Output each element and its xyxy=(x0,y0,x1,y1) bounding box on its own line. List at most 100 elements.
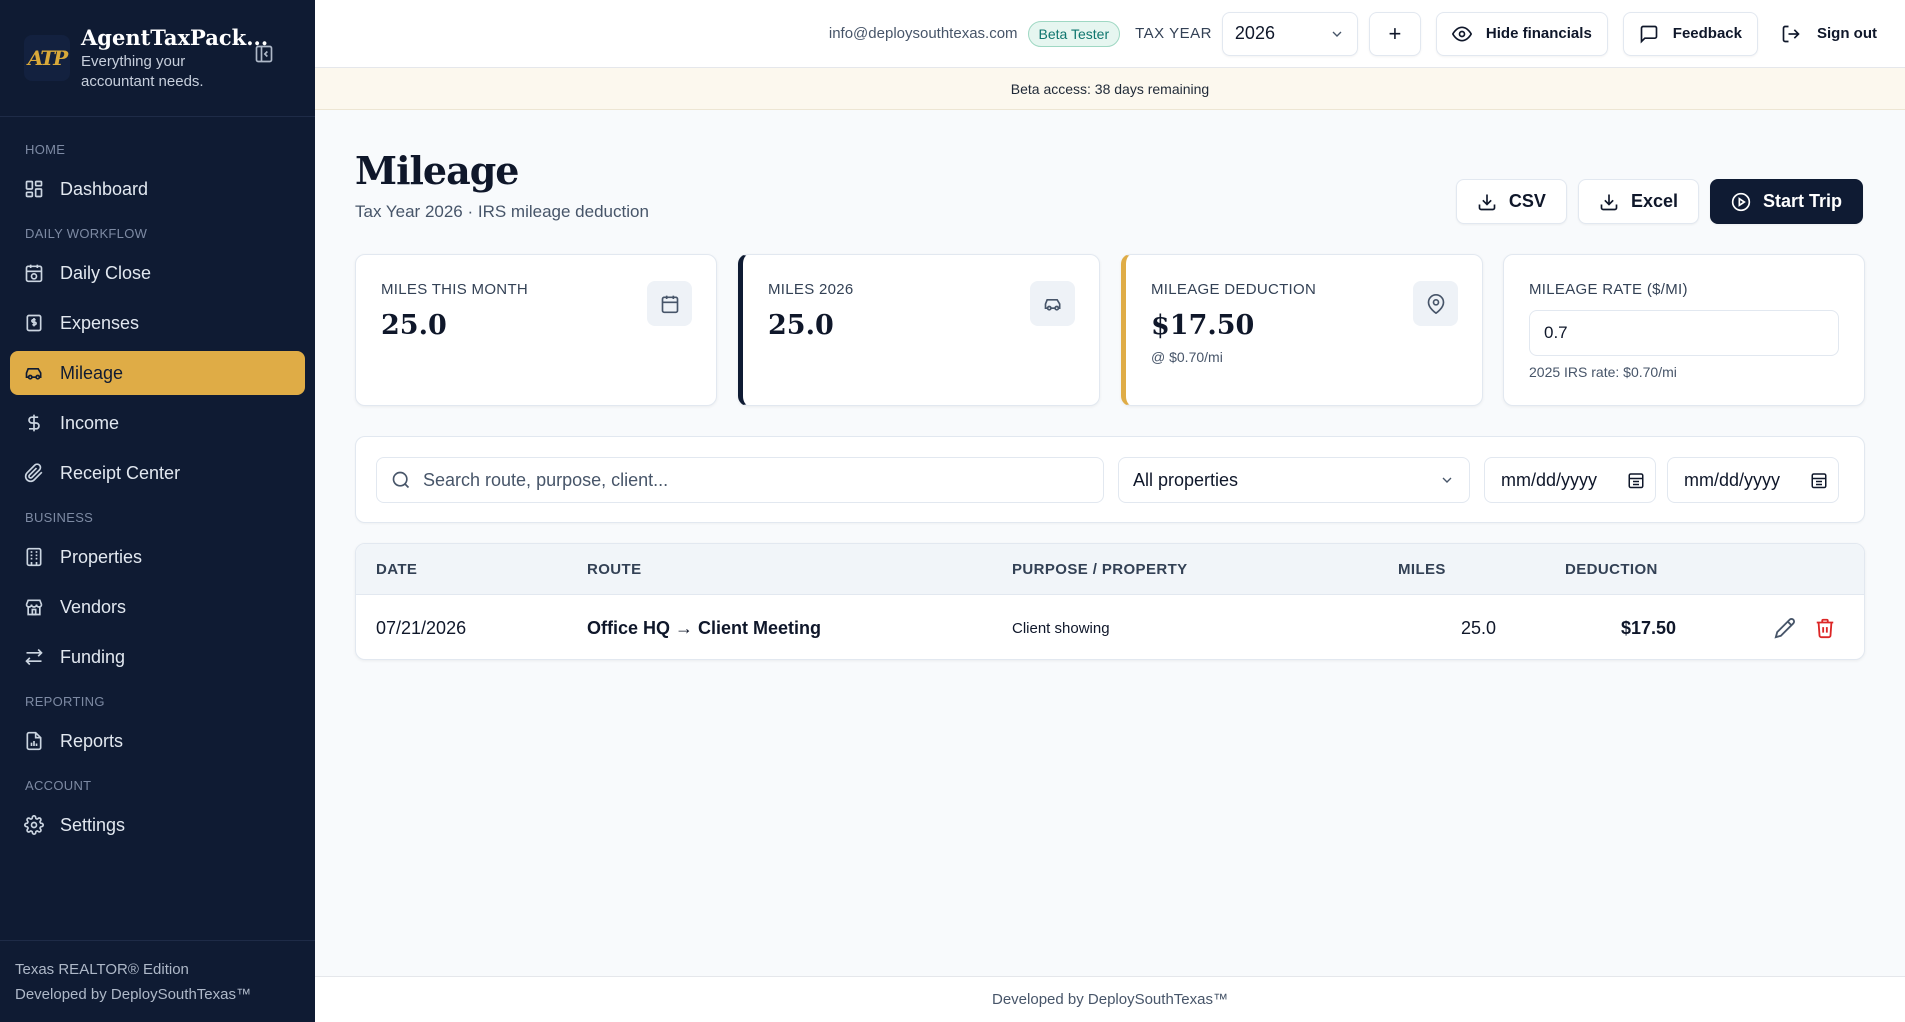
mileage-rate-input[interactable] xyxy=(1529,310,1839,356)
sidebar-item-funding[interactable]: Funding xyxy=(10,635,305,679)
column-header-miles: MILES xyxy=(1398,561,1446,578)
card-value: 25.0 xyxy=(381,310,447,341)
beta-tester-badge: Beta Tester xyxy=(1027,20,1121,47)
sidebar-item-settings[interactable]: Settings xyxy=(10,803,305,847)
filter-bar: All properties mm/dd/yyyy mm/dd/yyyy xyxy=(355,436,1865,523)
card-icon-box xyxy=(647,281,692,326)
sidebar-item-reports[interactable]: Reports xyxy=(10,719,305,763)
section-label-account: ACCOUNT xyxy=(25,778,92,793)
feedback-label: Feedback xyxy=(1672,25,1742,42)
tax-year-value: 2026 xyxy=(1234,23,1275,43)
add-tax-year-button[interactable]: + xyxy=(1368,11,1421,56)
sidebar-item-properties[interactable]: Properties xyxy=(10,535,305,579)
date-to-placeholder: mm/dd/yyyy xyxy=(1684,469,1781,490)
section-label-home: HOME xyxy=(25,142,66,157)
excel-label: Excel xyxy=(1630,191,1678,211)
card-note: @ $0.70/mi xyxy=(1151,349,1223,365)
app-title: AgentTaxPack... xyxy=(81,24,269,50)
date-to-input[interactable]: mm/dd/yyyy xyxy=(1667,457,1839,503)
gear-icon xyxy=(24,815,44,835)
page-footer: Developed by DeploySouthTexas™ xyxy=(315,976,1905,1022)
search-icon xyxy=(392,471,410,489)
developer-credit: Developed by DeploySouthTexas™ xyxy=(15,986,251,1003)
sidebar-item-receipt-center[interactable]: Receipt Center xyxy=(10,451,305,495)
column-header-purpose: PURPOSE / PROPERTY xyxy=(1012,561,1188,578)
sidebar-item-label: Expenses xyxy=(60,312,140,333)
beta-notice-banner: Beta access: 38 days remaining xyxy=(315,68,1905,110)
sidebar-footer: Texas REALTOR® Edition Developed by Depl… xyxy=(0,940,315,1022)
sign-out-button[interactable]: Sign out xyxy=(1773,24,1877,44)
sidebar-nav: HOME Dashboard DAILY WORKFLOW Daily Clos… xyxy=(0,117,315,847)
mileage-table: DATE ROUTE PURPOSE / PROPERTY MILES DEDU… xyxy=(355,543,1865,660)
car-icon xyxy=(1044,298,1060,311)
card-label: MILES THIS MONTH xyxy=(381,281,529,298)
calendar-check-icon xyxy=(25,264,43,283)
export-excel-button[interactable]: Excel xyxy=(1577,179,1699,224)
sign-out-label: Sign out xyxy=(1817,25,1877,42)
calendar-icon[interactable] xyxy=(1627,471,1645,489)
sidebar-item-vendors[interactable]: Vendors xyxy=(10,585,305,629)
trash-icon[interactable] xyxy=(1814,617,1836,639)
dollar-icon xyxy=(28,414,40,432)
search-box[interactable] xyxy=(376,457,1104,503)
start-trip-button[interactable]: Start Trip xyxy=(1709,179,1863,224)
card-label: MILEAGE DEDUCTION xyxy=(1151,281,1317,298)
hide-financials-label: Hide financials xyxy=(1485,25,1592,42)
cell-route: Office HQ → Client Meeting xyxy=(587,618,822,638)
card-icon-box xyxy=(1030,281,1075,326)
cell-date: 07/21/2026 xyxy=(376,618,467,638)
edition-text: Texas REALTOR® Edition xyxy=(15,961,189,978)
section-label-daily: DAILY WORKFLOW xyxy=(25,226,148,241)
cell-purpose: Client showing xyxy=(1012,620,1110,637)
map-pin-icon xyxy=(1427,293,1444,314)
tax-year-select[interactable]: 2026 xyxy=(1221,11,1358,56)
feedback-button[interactable]: Feedback xyxy=(1622,11,1758,56)
sidebar-item-income[interactable]: Income xyxy=(10,401,305,445)
download-icon xyxy=(1478,194,1496,210)
section-label-business: BUSINESS xyxy=(25,510,94,525)
export-csv-button[interactable]: CSV xyxy=(1455,179,1567,224)
table-header: DATE ROUTE PURPOSE / PROPERTY MILES DEDU… xyxy=(356,544,1864,595)
cell-deduction: $17.50 xyxy=(1620,618,1676,638)
sidebar-item-label: Income xyxy=(60,412,120,433)
sidebar-item-mileage[interactable]: Mileage xyxy=(10,351,305,395)
app-subtitle-line2: accountant needs. xyxy=(81,72,204,90)
paperclip-icon xyxy=(24,463,43,483)
transfer-icon xyxy=(25,648,43,666)
dashboard-icon xyxy=(25,180,43,198)
sidebar-item-label: Daily Close xyxy=(60,262,152,283)
card-miles-year: MILES 2026 25.0 xyxy=(738,254,1100,406)
tax-year-label: TAX YEAR xyxy=(1135,25,1212,42)
date-from-input[interactable]: mm/dd/yyyy xyxy=(1484,457,1656,503)
sidebar-item-label: Receipt Center xyxy=(60,462,181,483)
brand-header: ATP AgentTaxPack... Everything your acco… xyxy=(0,0,315,117)
card-value: $17.50 xyxy=(1151,310,1255,341)
hide-financials-button[interactable]: Hide financials xyxy=(1435,11,1608,56)
card-mileage-rate: MILEAGE RATE ($/MI) 2025 IRS rate: $0.70… xyxy=(1503,254,1865,406)
sidebar-item-label: Funding xyxy=(60,646,126,667)
sidebar-item-label: Mileage xyxy=(60,362,124,383)
sidebar-item-dashboard[interactable]: Dashboard xyxy=(10,167,305,211)
property-filter-select[interactable]: All properties xyxy=(1118,457,1470,503)
car-icon xyxy=(25,368,42,380)
building-icon xyxy=(26,547,42,567)
play-circle-icon xyxy=(1731,192,1751,211)
sidebar-item-daily-close[interactable]: Daily Close xyxy=(10,251,305,295)
user-email: info@deploysouthtexas.com xyxy=(828,25,1018,42)
collapse-sidebar-icon[interactable] xyxy=(254,44,274,64)
message-icon xyxy=(1640,25,1658,44)
sidebar-item-label: Properties xyxy=(60,546,143,567)
card-icon-box xyxy=(1413,281,1458,326)
csv-label: CSV xyxy=(1508,191,1546,211)
page-subtitle: Tax Year 2026 · IRS mileage deduction xyxy=(355,202,649,221)
calendar-icon[interactable] xyxy=(1810,471,1828,489)
edit-icon[interactable] xyxy=(1774,617,1796,639)
search-input[interactable] xyxy=(423,469,1083,491)
sidebar-item-label: Dashboard xyxy=(60,178,149,199)
card-mileage-deduction: MILEAGE DEDUCTION $17.50 @ $0.70/mi xyxy=(1121,254,1483,406)
calendar-icon xyxy=(661,295,678,313)
sidebar-item-expenses[interactable]: Expenses xyxy=(10,301,305,345)
date-from-placeholder: mm/dd/yyyy xyxy=(1501,469,1598,490)
logout-icon xyxy=(1782,25,1800,42)
column-header-date: DATE xyxy=(376,561,418,578)
